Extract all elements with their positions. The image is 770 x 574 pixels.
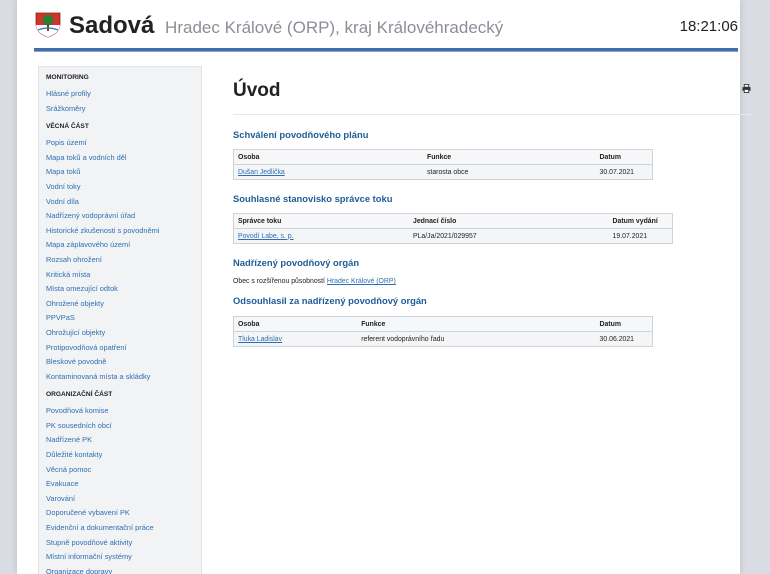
- sidebar-item[interactable]: Kritická místa: [46, 268, 201, 283]
- sidebar-item[interactable]: Nadřízený vodoprávní úřad: [46, 209, 201, 224]
- sidebar-item[interactable]: Ohrožené objekty: [46, 297, 201, 312]
- page-header: Sadová Hradec Králové (ORP), kraj Králov…: [17, 0, 740, 56]
- approval-section-title: Schválení povodňového plánu: [233, 129, 369, 140]
- sidebar-item[interactable]: Místní informační systémy: [46, 550, 201, 565]
- sidebar-item[interactable]: Hlásné profily: [46, 87, 201, 102]
- column-header: Funkce: [357, 316, 596, 332]
- column-header: Datum: [595, 316, 653, 332]
- clock: 18:21:06: [679, 18, 738, 35]
- consent-table: Správce toku Jednací číslo Datum vydání …: [233, 213, 673, 244]
- consent-section-title: Souhlasné stanovisko správce toku: [233, 193, 393, 204]
- table-row: Dušan Jedlička starosta obce 30.07.2021: [232, 164, 653, 180]
- header-accent-bar: [34, 48, 738, 52]
- column-header: Datum vydání: [608, 213, 673, 229]
- person-link[interactable]: Tluka Ladislav: [233, 331, 358, 347]
- title-divider: [233, 114, 753, 115]
- sidebar-item[interactable]: Nadřízené PK: [46, 433, 201, 448]
- brand-name: Sadová: [69, 12, 155, 39]
- river-manager-link[interactable]: Povodí Labe, s. p.: [233, 228, 409, 244]
- sidebar-item[interactable]: Popis území: [46, 136, 201, 151]
- coat-of-arms-icon: [35, 12, 61, 38]
- sidebar-item[interactable]: Stupně povodňové aktivity: [46, 536, 201, 551]
- sidebar-item[interactable]: Mapa toků: [46, 165, 201, 180]
- brand-subtitle: Hradec Králové (ORP), kraj Královéhradec…: [165, 18, 504, 37]
- column-header: Osoba: [233, 316, 358, 332]
- sidebar-heading: Věcná část: [46, 123, 89, 131]
- sidebar-item[interactable]: PK sousedních obcí: [46, 419, 201, 434]
- page-title: Úvod: [233, 80, 281, 101]
- sidebar-item[interactable]: Protipovodňová opatření: [46, 341, 201, 356]
- sidebar-item[interactable]: Věcná pomoc: [46, 463, 201, 478]
- person-link[interactable]: Dušan Jedlička: [232, 164, 423, 180]
- agreed-section-title: Odsouhlasil za nadřízený povodňový orgán: [233, 295, 427, 306]
- sidebar-item[interactable]: Bleskové povodně: [46, 355, 201, 370]
- sidebar-item[interactable]: Rozsah ohrožení: [46, 253, 201, 268]
- main-content: Úvod Schválení povodňového plánu Osoba F…: [232, 70, 753, 347]
- superior-authority-link[interactable]: Hradec Králové (ORP): [327, 278, 396, 285]
- table-cell: 30.06.2021: [595, 331, 653, 347]
- table-cell: referent vodoprávního řadu: [357, 331, 596, 347]
- table-cell: 30.07.2021: [595, 164, 653, 180]
- column-header: Správce toku: [233, 213, 409, 229]
- sidebar-heading: Monitoring: [46, 74, 89, 81]
- sidebar-item[interactable]: Doporučené vybavení PK: [46, 506, 201, 521]
- sidebar-item[interactable]: Kontaminovaná místa a skládky: [46, 370, 201, 385]
- site-brand[interactable]: Sadová Hradec Králové (ORP), kraj Králov…: [69, 12, 503, 40]
- column-header: Osoba: [232, 149, 423, 165]
- sidebar-item[interactable]: Povodňová komise: [46, 404, 201, 419]
- sidebar-item[interactable]: Varování: [46, 492, 201, 507]
- sidebar-item[interactable]: PPVPaS: [46, 311, 201, 326]
- sidebar-item[interactable]: Evidenční a dokumentační práce: [46, 521, 201, 536]
- sidebar-item[interactable]: Místa omezující odtok: [46, 282, 201, 297]
- sidebar-item[interactable]: Vodní toky: [46, 180, 201, 195]
- sidebar-item[interactable]: Ohrožující objekty: [46, 326, 201, 341]
- sidebar-item[interactable]: Historické zkušenosti s povodněmi: [46, 224, 201, 239]
- column-header: Jednací číslo: [409, 213, 609, 229]
- app-window: Sadová Hradec Králové (ORP), kraj Králov…: [17, 0, 753, 574]
- printer-icon[interactable]: [742, 84, 751, 93]
- sidebar: Monitoring Hlásné profily Srážkoměry Věcná …: [38, 66, 202, 574]
- sidebar-item[interactable]: Vodní díla: [46, 195, 201, 210]
- table-cell: 19.07.2021: [608, 228, 673, 244]
- table-cell: starosta obce: [422, 164, 596, 180]
- sidebar-heading: Organizační část: [46, 391, 113, 399]
- sidebar-item[interactable]: Srážkoměry: [46, 102, 201, 117]
- sidebar-item[interactable]: Mapa toků a vodních děl: [46, 151, 201, 166]
- column-header: Datum: [595, 149, 653, 165]
- approval-table: Osoba Funkce Datum Dušan Jedlička staros…: [232, 149, 653, 180]
- table-cell: PLa/Ja/2021/029957: [409, 228, 609, 244]
- agreed-table: Osoba Funkce Datum Tluka Ladislav refere…: [233, 316, 653, 347]
- sidebar-item[interactable]: Mapa záplavového území: [46, 238, 201, 253]
- table-row: Povodí Labe, s. p. PLa/Ja/2021/029957 19…: [233, 228, 673, 244]
- superior-text: Obec s rozšířenou působností Hradec Král…: [233, 278, 396, 285]
- sidebar-item[interactable]: Evakuace: [46, 477, 201, 492]
- table-row: Tluka Ladislav referent vodoprávního řad…: [233, 331, 653, 347]
- sidebar-item[interactable]: Důležité kontakty: [46, 448, 201, 463]
- superior-section-title: Nadřízený povodňový orgán: [233, 257, 360, 268]
- sidebar-item[interactable]: Organizace dopravy: [46, 565, 201, 574]
- column-header: Funkce: [422, 149, 596, 165]
